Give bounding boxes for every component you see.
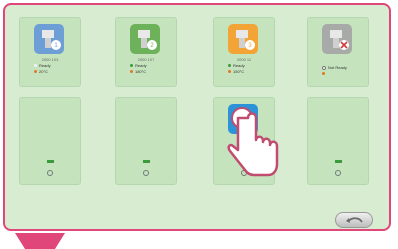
device-tile-4[interactable]: Not Ready bbox=[307, 17, 369, 87]
timer-icon bbox=[47, 170, 53, 176]
device-status: Not Ready bbox=[322, 65, 347, 70]
device-status: Ready bbox=[130, 63, 147, 68]
level-indicator bbox=[143, 160, 150, 163]
device-status: Ready bbox=[228, 63, 245, 68]
device-temperature: 180°C bbox=[130, 69, 146, 74]
pointer-hand-icon bbox=[227, 107, 279, 177]
main-panel: 1 2000 103 Ready 20°C 2 2000 107 Ready 1… bbox=[3, 3, 391, 231]
level-indicator bbox=[335, 160, 342, 163]
device-name: 2000 107 bbox=[137, 57, 155, 62]
device-icon: 1 bbox=[34, 24, 64, 54]
back-button[interactable] bbox=[335, 212, 373, 228]
level-indicator bbox=[47, 160, 54, 163]
timer-icon bbox=[143, 170, 149, 176]
timer-icon bbox=[335, 170, 341, 176]
device-tile-3[interactable]: 3 2000 11 Ready 150°C bbox=[213, 17, 275, 87]
device-detail-tile-1[interactable] bbox=[19, 97, 81, 185]
device-temperature: 20°C bbox=[34, 69, 48, 74]
device-detail-tile-4[interactable] bbox=[307, 97, 369, 185]
device-status: Ready bbox=[34, 63, 51, 68]
device-name: 2000 11 bbox=[236, 57, 252, 62]
device-name: 2000 103 bbox=[41, 57, 59, 62]
undo-arrow-icon bbox=[346, 217, 363, 223]
brand-accent bbox=[15, 233, 65, 249]
device-icon bbox=[322, 24, 352, 54]
device-tile-2[interactable]: 2 2000 107 Ready 180°C bbox=[115, 17, 177, 87]
device-icon: 2 bbox=[130, 24, 160, 54]
device-icon: 3 bbox=[228, 24, 258, 54]
device-tile-1[interactable]: 1 2000 103 Ready 20°C bbox=[19, 17, 81, 87]
device-detail-tile-2[interactable] bbox=[115, 97, 177, 185]
device-temperature: 150°C bbox=[228, 69, 244, 74]
device-temperature bbox=[322, 71, 327, 76]
